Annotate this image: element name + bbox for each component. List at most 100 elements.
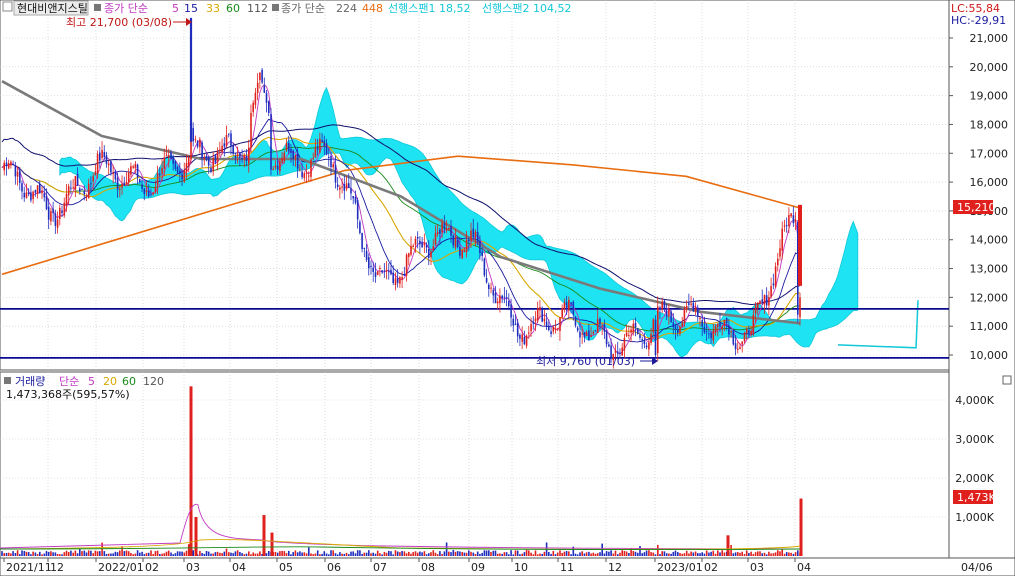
volume-bar [308,547,310,556]
volume-bar [170,552,172,556]
candle-body [310,159,312,177]
candle-body [134,163,137,169]
candle-body [554,328,557,330]
volume-bar [737,552,739,556]
candle-body [23,192,26,198]
candle-body [41,190,43,194]
candle-body [639,334,641,338]
candle-body [296,154,299,169]
candle-body [556,328,559,330]
volume-bar [234,551,237,556]
candle-body [119,188,121,190]
volume-bar [470,551,472,556]
x-axis-label: 2022/01 [98,561,144,574]
candle-body [499,295,501,304]
x-axis-label: 03 [750,561,764,574]
volume-bar [708,552,710,556]
candle-body [94,171,97,176]
candle-body [603,324,606,332]
candle-body [252,102,254,113]
candle-body [436,232,439,234]
volume-bar [123,551,126,556]
candle-body [345,183,348,189]
volume-bar [532,554,535,556]
volume-bar [325,553,328,556]
candle-body [432,246,435,251]
volume-bar [225,548,228,556]
x-axis-label: 09 [471,561,485,574]
volume-bar [376,550,379,556]
volume-bar [461,552,463,556]
candle-body [212,158,214,172]
high-label: 최고 21,700 (03/08) [66,16,172,29]
volume-tick-label: 1,000K [955,511,994,524]
candle-body [508,301,510,307]
volume-ma5: 5 [88,375,95,388]
volume-bar [570,554,572,556]
volume-bar [685,550,688,556]
candle-body [348,183,350,188]
candle-body [632,323,635,333]
volume-bar [39,551,41,556]
candle-body [514,323,517,325]
volume-panel-close-icon[interactable] [1002,375,1012,385]
volume-bar [312,554,314,556]
volume-bar [67,552,70,556]
volume-bar [663,551,666,556]
candle-body [205,156,208,160]
candle-body [403,274,406,276]
candle-body [372,267,374,272]
volume-bar [434,552,437,556]
volume-bar [543,551,546,556]
candle-body [583,332,586,338]
candle-body [719,322,721,327]
candle-body [328,156,330,158]
candle-body [450,225,452,236]
candle-body [490,287,492,289]
volume-bar [132,554,134,556]
candle-body [236,154,239,157]
low-label: 최저 9,760 (01/03) [536,355,635,368]
volume-bar [319,554,321,556]
x-axis-label: 2021/11 [6,561,52,574]
volume-bar [210,553,212,556]
candle-body [741,341,743,345]
candle-body [416,237,419,239]
candle-body [381,270,383,273]
volume-bar [750,551,752,556]
volume-bar [405,553,408,556]
volume-bar [754,552,757,556]
x-axis-label: 02 [704,561,718,574]
candle-body [419,240,421,245]
candle-body [748,330,750,334]
volume-bar [401,551,403,556]
volume-bar [794,552,797,556]
candle-body [617,351,619,354]
candle-body [774,266,777,287]
candle-body [492,289,495,296]
volume-bar [228,552,230,556]
x-axis-label: 04 [232,561,246,574]
volume-bar [777,550,779,556]
volume-bar [121,546,123,556]
volume-ma120: 120 [143,375,164,388]
candle-body [5,162,8,167]
volume-bar [74,550,77,556]
volume-bar [514,550,517,556]
candle-body [221,145,223,152]
candle-body [694,307,697,312]
volume-bar [283,551,286,556]
volume-bar [445,542,448,556]
volume-bar [665,553,668,556]
volume-bar [743,554,746,556]
panel-toggle-icon[interactable] [2,1,13,12]
candle-body [739,347,741,350]
x-axis-label: 2023/01 [657,561,703,574]
volume-bar [723,552,726,556]
candle-body [705,331,708,333]
candle-body [154,187,157,192]
candle-body [268,101,270,113]
volume-bar [143,554,146,556]
x-axis-label: 11 [560,561,574,574]
volume-bar [452,549,455,556]
